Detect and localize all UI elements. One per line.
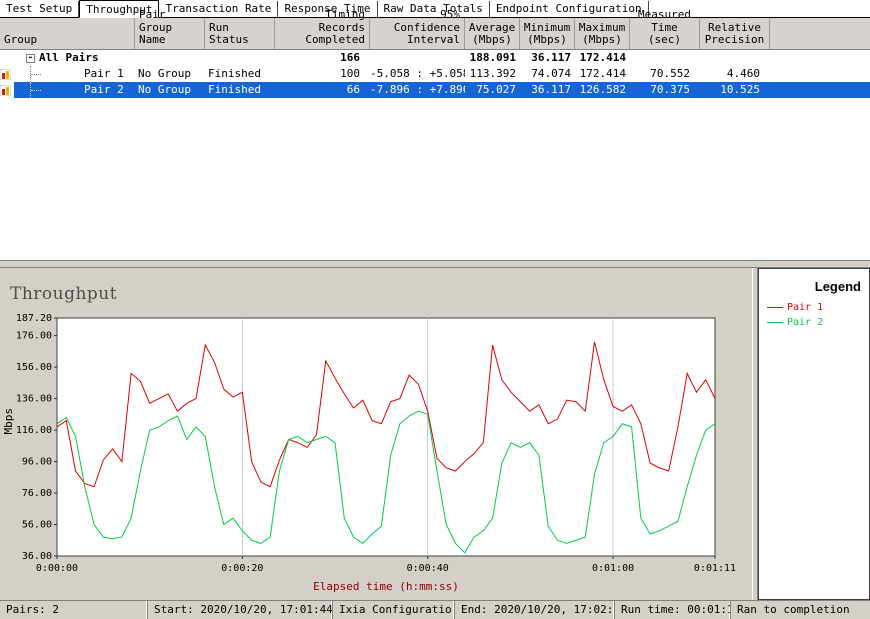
measured-time-cell — [630, 50, 700, 66]
confidence-cell: -7.896 : +7.896 — [370, 82, 465, 98]
minimum-cell: 74.074 — [520, 66, 575, 82]
average-cell: 188.091 — [465, 50, 520, 66]
status-end-time: End: 2020/10/20, 17:02:55 — [455, 601, 615, 619]
confidence-cell: -5.058 : +5.058 — [370, 66, 465, 82]
header-pair-group-name: Pair Group Name — [135, 18, 205, 49]
maximum-cell: 172.414 — [575, 66, 630, 82]
header-timing-records: Timing Records Completed — [275, 18, 370, 49]
tree-connector — [30, 82, 84, 98]
run-status-cell — [205, 50, 275, 66]
group-cell: - All Pairs — [0, 50, 135, 66]
collapse-icon[interactable]: - — [26, 54, 35, 63]
timing-records-cell: 66 — [275, 82, 370, 98]
y-tick-label: 136.00 — [16, 394, 52, 405]
group-label: All Pairs — [39, 50, 99, 66]
timing-records-cell: 100 — [275, 66, 370, 82]
y-tick-label: 36.00 — [22, 551, 52, 562]
average-cell: 113.392 — [465, 66, 520, 82]
header-group: Group — [0, 18, 135, 49]
status-config: Ixia Configuratio — [333, 601, 455, 619]
relative-precision-cell: 4.460 — [700, 66, 770, 82]
header-run-status: Run Status — [205, 18, 275, 49]
throughput-chart-svg: 0:00:00 0:00:20 0:00:40 0:01:00 0:01:11 187.2… — [0, 268, 752, 600]
results-table-header: Group Pair Group Name Run Status Timing … — [0, 18, 870, 50]
header-maximum: Maximum (Mbps) — [575, 18, 630, 49]
pair-group-name-cell — [135, 50, 205, 66]
y-tick-label: 156.00 — [16, 362, 52, 373]
x-tick-label: 0:00:20 — [221, 563, 263, 574]
plot-area — [57, 318, 715, 556]
header-measured-time: Measured Time (sec) — [630, 18, 700, 49]
x-axis-label: Elapsed time (h:mm:ss) — [57, 580, 715, 593]
tab-endpoint-configuration[interactable]: Endpoint Configuration — [490, 1, 649, 17]
header-filler — [770, 18, 870, 49]
y-tick-label: 116.00 — [16, 425, 52, 436]
header-relative-precision: Relative Precision — [700, 18, 770, 49]
chart-title: Throughput — [10, 284, 117, 304]
tab-test-setup[interactable]: Test Setup — [0, 1, 79, 17]
relative-precision-cell — [700, 50, 770, 66]
maximum-cell: 126.582 — [575, 82, 630, 98]
legend-label: Pair 1 — [787, 302, 823, 313]
y-axis-label: Mbps — [2, 408, 15, 435]
x-tick-label: 0:01:11 — [694, 563, 736, 574]
average-cell: 75.027 — [465, 82, 520, 98]
run-status-cell: Finished — [205, 66, 275, 82]
filler-cell — [770, 82, 870, 98]
legend-item[interactable]: Pair 2 — [759, 315, 869, 330]
legend-item[interactable]: Pair 1 — [759, 300, 869, 315]
table-row-pair-1[interactable]: Pair 1 No Group Finished 100 -5.058 : +5… — [0, 66, 870, 82]
status-run-time: Run time: 00:01:11 — [615, 601, 731, 619]
header-minimum: Minimum (Mbps) — [520, 18, 575, 49]
horizontal-splitter[interactable] — [0, 260, 870, 268]
pair-chart-icon — [0, 82, 14, 98]
group-cell: Pair 1 — [14, 66, 135, 82]
results-table-body: - All Pairs 166 188.091 36.117 172.414 — [0, 50, 870, 260]
pair-group-name-cell: No Group — [135, 82, 205, 98]
legend-line-swatch — [767, 322, 783, 323]
x-tick-label: 0:00:40 — [407, 563, 449, 574]
chart-pane: 0:00:00 0:00:20 0:00:40 0:01:00 0:01:11 187.2… — [0, 268, 870, 600]
run-status-cell: Finished — [205, 82, 275, 98]
y-tick-label: 56.00 — [22, 520, 52, 531]
minimum-cell: 36.117 — [520, 50, 575, 66]
status-completion: Ran to completion — [731, 601, 870, 619]
table-row-all-pairs[interactable]: - All Pairs 166 188.091 36.117 172.414 — [0, 50, 870, 66]
x-tick-label: 0:01:00 — [592, 563, 634, 574]
ixchariot-throughput-window: Test Setup Throughput Transaction Rate R… — [0, 0, 870, 619]
legend-label: Pair 2 — [787, 317, 823, 328]
y-tick-label: 76.00 — [22, 488, 52, 499]
legend-panel: Legend Pair 1 Pair 2 — [758, 268, 870, 600]
tree-connector — [30, 66, 84, 82]
confidence-cell — [370, 50, 465, 66]
legend-line-swatch — [767, 307, 783, 308]
y-tick-label: 176.00 — [16, 331, 52, 342]
legend-title: Legend — [759, 269, 869, 300]
filler-cell — [770, 50, 870, 66]
x-tick-label: 0:00:00 — [36, 563, 78, 574]
group-label: Pair 2 — [84, 82, 124, 98]
timing-records-cell: 166 — [275, 50, 370, 66]
group-label: Pair 1 — [84, 66, 124, 82]
relative-precision-cell: 10.525 — [700, 82, 770, 98]
pair-chart-icon — [0, 66, 14, 82]
legend-items: Pair 1 Pair 2 — [759, 300, 869, 330]
status-pairs: Pairs: 2 — [0, 601, 148, 619]
status-start-time: Start: 2020/10/20, 17:01:44 — [148, 601, 333, 619]
filler-cell — [770, 66, 870, 82]
group-cell: Pair 2 — [14, 82, 135, 98]
header-average: Average (Mbps) — [465, 18, 520, 49]
throughput-chart: 0:00:00 0:00:20 0:00:40 0:01:00 0:01:11 187.2… — [0, 268, 752, 600]
minimum-cell: 36.117 — [520, 82, 575, 98]
measured-time-cell: 70.375 — [630, 82, 700, 98]
y-tick-label: 96.00 — [22, 457, 52, 468]
table-row-pair-2[interactable]: Pair 2 No Group Finished 66 -7.896 : +7.… — [0, 82, 870, 98]
measured-time-cell: 70.552 — [630, 66, 700, 82]
status-bar: Pairs: 2 Start: 2020/10/20, 17:01:44 Ixi… — [0, 600, 870, 619]
y-tick-label: 187.20 — [16, 313, 52, 324]
header-confidence-interval: 95% Confidence Interval — [370, 18, 465, 49]
maximum-cell: 172.414 — [575, 50, 630, 66]
pair-group-name-cell: No Group — [135, 66, 205, 82]
